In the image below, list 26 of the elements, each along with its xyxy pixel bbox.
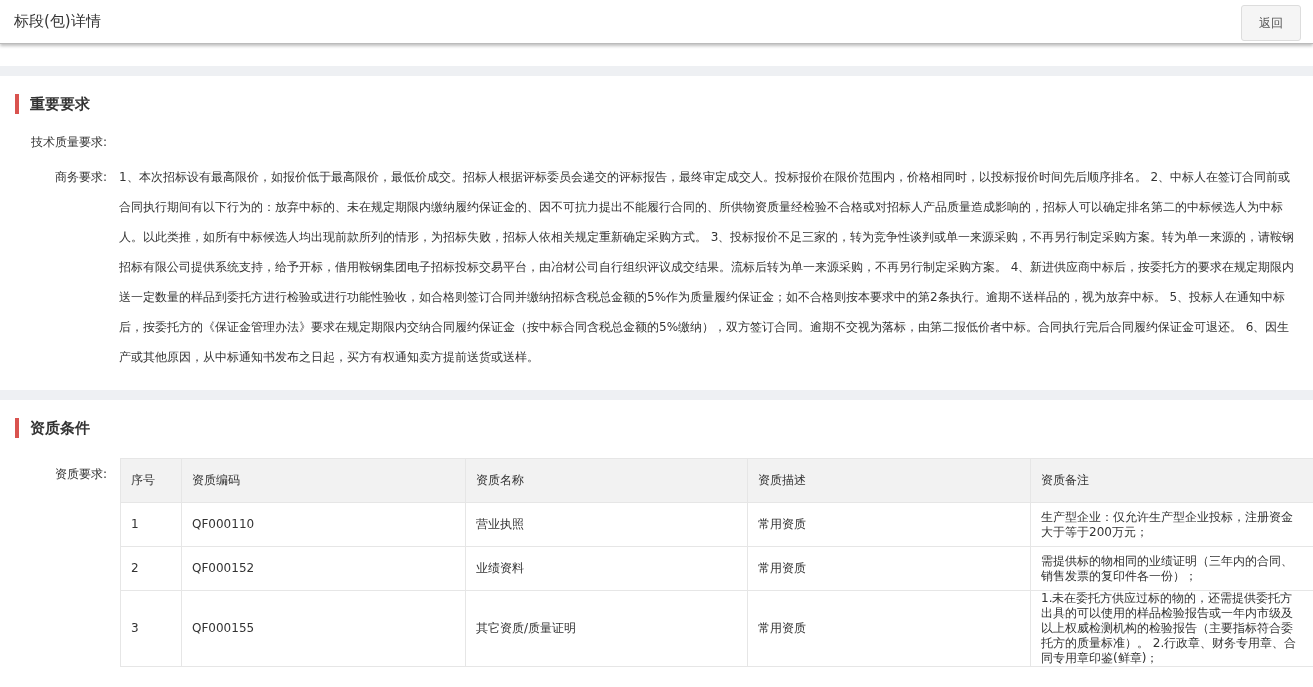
table-cell: 业绩资料 xyxy=(465,546,748,591)
section-title: 重要要求 xyxy=(15,94,1313,114)
table-cell: 1 xyxy=(120,502,182,547)
table-cell: QF000155 xyxy=(181,590,466,667)
column-header: 资质描述 xyxy=(747,458,1031,503)
table-cell: 常用资质 xyxy=(747,590,1031,667)
table-cell: 3 xyxy=(120,590,182,667)
column-header: 资质编码 xyxy=(181,458,466,503)
table-cell: 其它资质/质量证明 xyxy=(465,590,748,667)
column-header: 资质备注 xyxy=(1030,458,1313,503)
table-cell: QF000110 xyxy=(181,502,466,547)
table-cell: 常用资质 xyxy=(747,546,1031,591)
column-header: 序号 xyxy=(120,458,182,503)
field-label: 商务要求: xyxy=(53,169,107,186)
table-cell: 营业执照 xyxy=(465,502,748,547)
column-header: 资质名称 xyxy=(465,458,748,503)
table-cell: 2 xyxy=(120,546,182,591)
table-cell: QF000152 xyxy=(181,546,466,591)
field-label: 技术质量要求: xyxy=(29,134,107,151)
table-cell: 1.未在委托方供应过标的物的，还需提供委托方出具的可以使用的样品检验报告或一年内市级及以上权威检测机构的检验报告（主要指标符合委托方的质量标准）。 2.行政章、财务专用章、合同专用章印鉴(鲜章)； xyxy=(1030,590,1313,667)
section-title: 资质条件 xyxy=(15,418,1313,438)
back-button[interactable]: 返回 xyxy=(1241,5,1301,41)
table-cell: 常用资质 xyxy=(747,502,1031,547)
field-label: 资质要求: xyxy=(53,466,107,483)
page-title: 标段(包)详情 xyxy=(14,12,101,31)
field-value: 1、本次招标设有最高限价，如报价低于最高限价，最低价成交。招标人根据评标委员会递交的评标报告，最终审定成交人。投标报价在限价范围内，价格相同时，以投标报价时间先后顺序排名。 2、中标人在签订合同前或合同执行期间有以下行为的：放弃中标的、未在规定期限内缴纳履约保证金的、因不可抗力提出不能履行合同的、所供物资质量经检验不合格或对招标人产品质量造成影响的，招标人可以确定排名第二的中标候选人为中标人。以此类推，如所有中标候选人均出现前款所列的情形，为招标失败，招标人依相关规定重新确定采购方式。 3、投标报价不足三家的，转为竞争性谈判或单一来源采购，不再另行制定采购方案。转为单一来源的，请鞍钢招标有限公司提供系统支持，给予开标，借用鞍钢集团电子招标投标交易平台，由冶材公司自行组织评议成交结果。流标后转为单一来源采购，不再另行制定采购方案。 4、新进供应商中标后，按委托方的要求在规定期限内送一定数量的样品到委托方进行检验或进行功能性验收，如合格则签订合同并缴纳招标含税总金额的5%作为质量履约保证金；如不合格则按本要求中的第2条执行。逾期不送样品的，视为放弃中标。 5、投标人在通知中标后，按委托方的《保证金管理办法》要求在规定期限内交纳合同履约保证金（按中标合同含税总金额的5%缴纳），双方签订合同。逾期不交视为落标，由第二报低价者中标。合同执行完后合同履约保证金可退还。 6、因生产或其他原因，从中标通知书发布之日起，买方有权通知卖方提前送货或送样。 xyxy=(118,169,1296,366)
